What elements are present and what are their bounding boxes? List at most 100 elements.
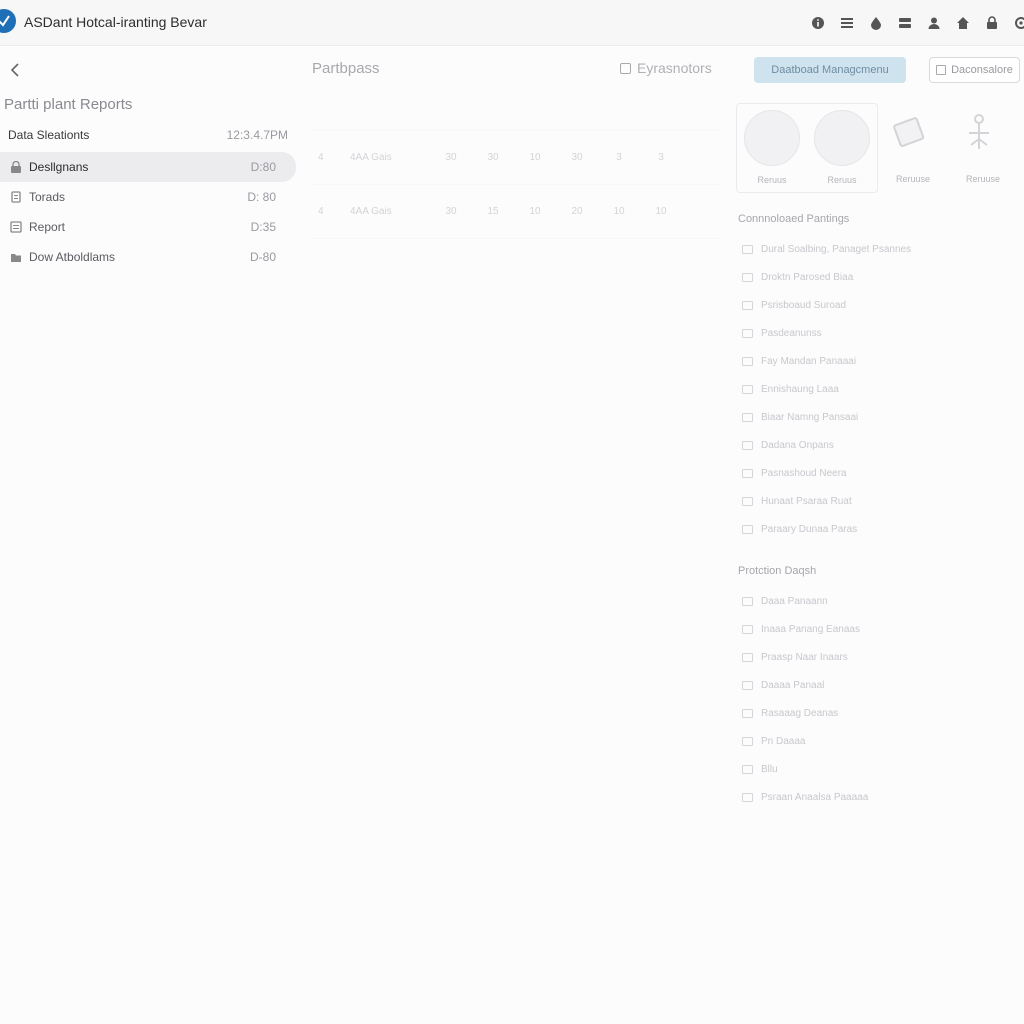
list-item-label: Pasdeanunss bbox=[761, 327, 822, 339]
card[interactable]: Reruuse bbox=[948, 103, 1018, 191]
table-cell: 4 bbox=[318, 206, 324, 217]
app-logo-icon bbox=[0, 9, 16, 33]
settings-icon[interactable] bbox=[1012, 14, 1024, 32]
home-icon[interactable] bbox=[954, 14, 972, 32]
main-heading: Partbpass bbox=[312, 60, 380, 77]
card[interactable]: Reruus bbox=[807, 104, 877, 192]
table-cell: 10 bbox=[613, 206, 625, 217]
document-icon bbox=[620, 62, 631, 74]
table-cell: 30 bbox=[571, 152, 583, 163]
list-item[interactable]: Rasaaag Deanas bbox=[742, 699, 1002, 727]
sidebar-item-torads[interactable]: Torads D: 80 bbox=[0, 182, 296, 212]
table-cell: 20 bbox=[571, 206, 583, 217]
item-icon bbox=[742, 356, 753, 366]
sidebar-timestamp: 12:3.4.7PM bbox=[226, 128, 288, 142]
section-list: Dural Soalbing, Panaget Psannes Droktn P… bbox=[742, 235, 1002, 543]
tree-icon bbox=[955, 109, 1011, 165]
table-row[interactable]: 4 4AA Gais 30 15 10 20 10 10 bbox=[310, 185, 720, 239]
list-item[interactable]: Hunaat Psaraa Ruat bbox=[742, 487, 1002, 515]
list-item[interactable]: Psraan Anaalsa Paaaaa bbox=[742, 783, 1002, 811]
table-cell: 30 bbox=[487, 152, 499, 163]
app-title: ASDant Hotcal-iranting Bevar bbox=[24, 14, 207, 30]
list-item[interactable]: Daaaa Panaal bbox=[742, 671, 1002, 699]
list-icon[interactable] bbox=[838, 14, 856, 32]
list-item-label: Praasp Naar Inaars bbox=[761, 651, 848, 663]
list-item[interactable]: Dadana Onpans bbox=[742, 431, 1002, 459]
item-icon bbox=[742, 596, 753, 606]
list-item[interactable]: Pasnashoud Neera bbox=[742, 459, 1002, 487]
list-item[interactable]: Fay Mandan Panaaai bbox=[742, 347, 1002, 375]
list-item[interactable]: Paraary Dunaa Paras bbox=[742, 515, 1002, 543]
card[interactable]: Reruus bbox=[737, 104, 807, 192]
list-item-label: Daaaa Panaal bbox=[761, 679, 825, 691]
item-icon bbox=[742, 680, 753, 690]
sidebar-item-value: D:80 bbox=[250, 160, 276, 174]
sidebar-item-label: Report bbox=[29, 220, 66, 234]
list-item[interactable]: Daaa Panaann bbox=[742, 587, 1002, 615]
table-cell: 4AA Gais bbox=[350, 206, 392, 217]
sidebar-item-dow-atboldlams[interactable]: Dow Atboldlams D-80 bbox=[0, 242, 296, 272]
list-item[interactable]: Pasdeanunss bbox=[742, 319, 1002, 347]
list-item-label: Fay Mandan Panaaai bbox=[761, 355, 857, 367]
user-icon[interactable] bbox=[925, 14, 943, 32]
item-icon bbox=[742, 652, 753, 662]
list-item[interactable]: Inaaa Panang Eanaas bbox=[742, 615, 1002, 643]
right-panel: Reruus Reruus Reruuse Reruuse Connnoloae… bbox=[728, 95, 1024, 835]
file-icon bbox=[11, 191, 21, 203]
list-item-label: Rasaaag Deanas bbox=[761, 707, 839, 719]
sidebar: Partti plant Reports Data Sleationts 12:… bbox=[0, 46, 300, 1024]
main-link-label: Eyrasnotors bbox=[637, 60, 712, 76]
list-item[interactable]: Droktn Parosed Biaa bbox=[742, 263, 1002, 291]
info-icon[interactable] bbox=[809, 14, 827, 32]
list-item[interactable]: Biaar Namng Pansaai bbox=[742, 403, 1002, 431]
outline-button[interactable]: Daconsalore bbox=[929, 57, 1020, 83]
card-caption: Reruuse bbox=[895, 174, 931, 184]
card-group: Reruus Reruus bbox=[736, 103, 878, 193]
card-caption: Reruus bbox=[757, 175, 787, 185]
card-caption: Reruuse bbox=[965, 174, 1001, 184]
list-item-label: Daaa Panaann bbox=[761, 595, 828, 607]
sidebar-item-value: D:35 bbox=[250, 220, 276, 234]
section-title: Connnoloaed Pantings bbox=[738, 213, 850, 225]
lock-icon[interactable] bbox=[983, 14, 1001, 32]
data-table: 4 4AA Gais 30 30 10 30 3 3 4 4AA Gais 30… bbox=[310, 95, 720, 239]
list-item-label: Dural Soalbing, Panaget Psannes bbox=[761, 243, 912, 255]
list-item[interactable]: Bllu bbox=[742, 755, 1002, 783]
item-icon bbox=[742, 328, 753, 338]
item-icon bbox=[742, 624, 753, 634]
item-icon bbox=[742, 244, 753, 254]
item-icon bbox=[742, 708, 753, 718]
top-bar: ASDant Hotcal-iranting Bevar bbox=[0, 0, 1024, 46]
app-window: ASDant Hotcal-iranting Bevar Partti plan… bbox=[0, 0, 1024, 1024]
folder-icon bbox=[11, 254, 21, 262]
section-title: Protction Daqsh bbox=[738, 565, 817, 577]
item-icon bbox=[742, 412, 753, 422]
list-item-label: Dadana Onpans bbox=[761, 439, 834, 451]
stack-icon[interactable] bbox=[896, 14, 914, 32]
dashboard-management-button[interactable]: Daatboad Managcmenu bbox=[754, 57, 906, 83]
table-cell: 30 bbox=[445, 152, 457, 163]
list-item-label: Psraan Anaalsa Paaaaa bbox=[761, 791, 869, 803]
item-icon bbox=[742, 792, 753, 802]
list-item[interactable]: Dural Soalbing, Panaget Psannes bbox=[742, 235, 1002, 263]
sidebar-item-value: D-80 bbox=[249, 250, 276, 264]
sidebar-item-report[interactable]: Report D:35 bbox=[0, 212, 296, 242]
sidebar-item-desllgnans[interactable]: Desllgnans D:80 bbox=[0, 152, 296, 182]
list-item[interactable]: Pn Daaaa bbox=[742, 727, 1002, 755]
list-item[interactable]: Praasp Naar Inaars bbox=[742, 643, 1002, 671]
drop-icon[interactable] bbox=[867, 14, 885, 32]
back-chevron-icon[interactable] bbox=[8, 62, 24, 78]
table-cell: 15 bbox=[487, 206, 499, 217]
card-strip: Reruus Reruus Reruuse Reruuse bbox=[736, 103, 1018, 193]
table-cell: 10 bbox=[655, 206, 667, 217]
table-cell: 10 bbox=[529, 152, 541, 163]
item-icon bbox=[742, 468, 753, 478]
main-link[interactable]: Eyrasnotors bbox=[620, 60, 712, 76]
square-icon bbox=[936, 65, 947, 75]
table-row[interactable]: 4 4AA Gais 30 30 10 30 3 3 bbox=[310, 131, 720, 185]
card[interactable]: Reruuse bbox=[878, 103, 948, 191]
toolbar-icons bbox=[809, 14, 1024, 32]
list-item[interactable]: Psrisboaud Suroad bbox=[742, 291, 1002, 319]
sidebar-item-label: Dow Atboldlams bbox=[29, 250, 116, 264]
list-item[interactable]: Ennishaung Laaa bbox=[742, 375, 1002, 403]
